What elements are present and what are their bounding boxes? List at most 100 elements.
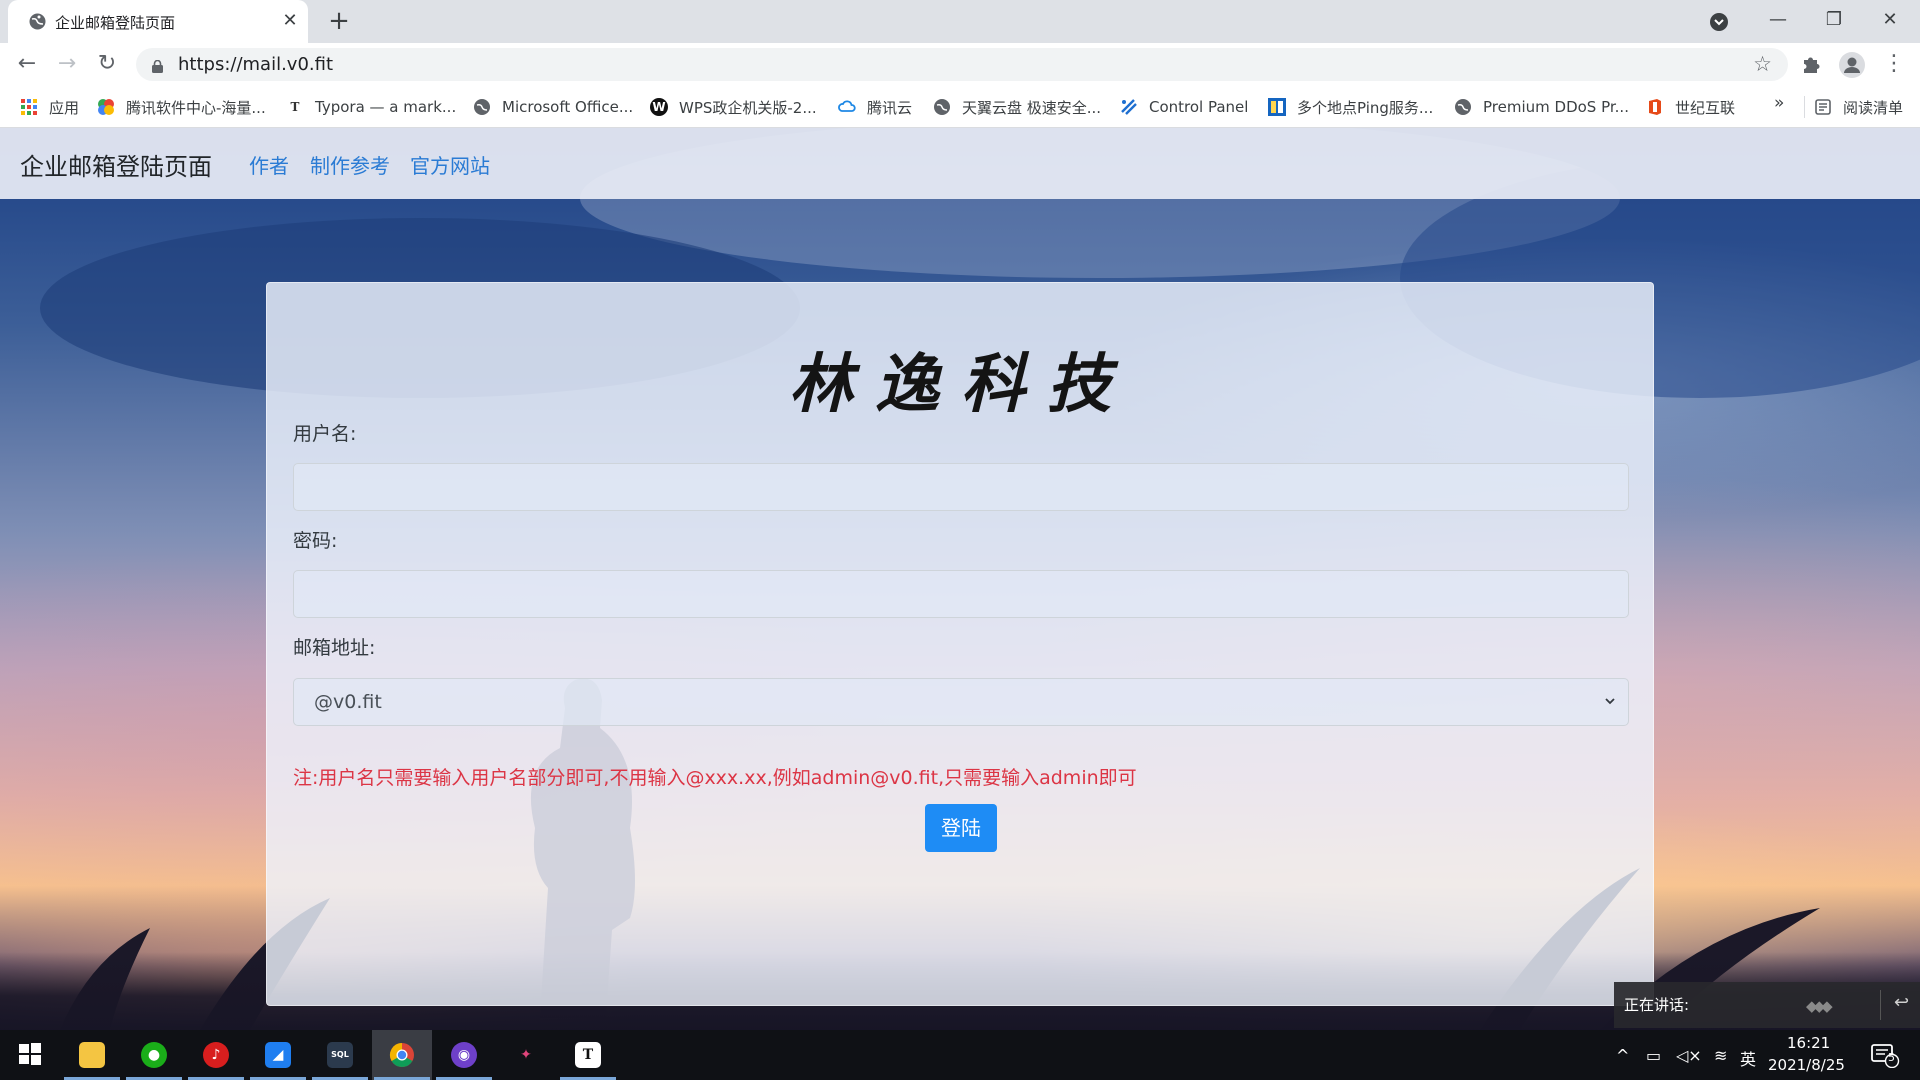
bookmark-label: 天翼云盘 极速安全... xyxy=(962,98,1102,117)
wps-icon: W xyxy=(650,98,668,116)
reload-icon[interactable]: ↻ xyxy=(92,49,122,79)
reading-list-label: 阅读清单 xyxy=(1843,98,1904,117)
network-icon[interactable]: ≋ xyxy=(1714,1046,1727,1065)
windows-start-icon xyxy=(17,1042,43,1068)
reply-arrow-icon[interactable]: ↩ xyxy=(1894,992,1909,1013)
office-icon xyxy=(1646,98,1664,116)
bookmark-label: Control Panel xyxy=(1149,98,1249,116)
bookmark-item[interactable]: Control Panel xyxy=(1120,95,1248,119)
login-button[interactable]: 登陆 xyxy=(925,804,997,852)
page-background: 企业邮箱登陆页面 作者 制作参考 官方网站 林逸科技 用户名: 密码: 邮箱地址… xyxy=(0,128,1920,1030)
tray-overflow-icon[interactable]: ^ xyxy=(1616,1046,1629,1065)
site-brand[interactable]: 企业邮箱登陆页面 xyxy=(20,147,212,182)
new-tab-button[interactable]: + xyxy=(325,8,353,36)
minimize-button[interactable]: — xyxy=(1750,0,1806,43)
maximize-button[interactable]: ❐ xyxy=(1806,0,1862,43)
apps-grid-icon xyxy=(20,98,38,116)
tab-title: 企业邮箱登陆页面 xyxy=(55,14,176,32)
netease-music-icon: ♪ xyxy=(203,1042,229,1068)
site-navbar: 企业邮箱登陆页面 作者 制作参考 官方网站 xyxy=(0,128,1920,199)
typora-icon: T xyxy=(290,100,300,114)
app-icon: ✦ xyxy=(520,1047,532,1063)
taskbar-app[interactable] xyxy=(62,1030,122,1080)
nav-link-official-site[interactable]: 官方网站 xyxy=(410,150,490,179)
bookmark-item[interactable]: 天翼云盘 极速安全... xyxy=(933,95,1101,119)
taskbar-app[interactable]: ◢ xyxy=(248,1030,308,1080)
input-language[interactable]: 英 xyxy=(1740,1046,1756,1070)
browser-toolbar: ← → ↻ https://mail.v0.fit ☆ ⋮ xyxy=(0,43,1920,86)
bookmark-label: Typora — a mark... xyxy=(315,98,457,116)
password-input[interactable] xyxy=(293,570,1629,618)
globe-icon xyxy=(473,98,491,116)
chrome-icon xyxy=(389,1042,415,1068)
bookmarks-overflow-button[interactable]: » xyxy=(1774,93,1784,113)
wechat-icon: ● xyxy=(141,1042,167,1068)
bookmark-item[interactable]: W WPS政企机关版-2... xyxy=(650,95,817,119)
address-bar[interactable]: https://mail.v0.fit ☆ xyxy=(136,48,1788,81)
bookmark-label: WPS政企机关版-2... xyxy=(679,98,817,117)
taskbar-app[interactable]: T xyxy=(558,1030,618,1080)
browser-tab-strip: 企业邮箱登陆页面 ✕ + — ❐ ✕ xyxy=(0,0,1920,43)
clock-date[interactable]: 2021/8/25 xyxy=(1768,1056,1845,1074)
bookmark-item[interactable]: Premium DDoS Pr... xyxy=(1454,95,1629,119)
bookmark-item[interactable]: 腾讯软件中心-海量... xyxy=(97,95,266,119)
notification-count: 5 xyxy=(1888,1051,1895,1064)
bookmark-item[interactable]: 腾讯云 xyxy=(838,95,912,119)
bookmark-label: 腾讯云 xyxy=(867,98,913,117)
voice-divider xyxy=(1880,990,1881,1020)
company-logo-heading: 林逸科技 xyxy=(789,347,1133,422)
nav-link-author[interactable]: 作者 xyxy=(249,150,289,179)
extensions-icon[interactable] xyxy=(1798,51,1826,79)
chevron-down-icon xyxy=(1604,679,1616,744)
taskbar-app[interactable]: ♪ xyxy=(186,1030,246,1080)
tencent-meeting-icon: ◢ xyxy=(265,1042,291,1068)
volume-muted-icon[interactable]: ◁× xyxy=(1676,1046,1702,1065)
username-hint-note: 注:用户名只需要输入用户名部分即可,不用输入@xxx.xx,例如admin@v0… xyxy=(293,767,1137,789)
taskbar-app[interactable]: ✦ xyxy=(496,1030,556,1080)
clock-time[interactable]: 16:21 xyxy=(1787,1034,1830,1052)
bookmark-label: Microsoft Office... xyxy=(502,98,634,116)
bookmark-item[interactable]: 应用 xyxy=(20,95,79,119)
reading-list-button[interactable]: 阅读清单 xyxy=(1814,95,1903,119)
url-text[interactable]: https://mail.v0.fit xyxy=(178,54,333,75)
more-menu-icon[interactable]: ⋮ xyxy=(1880,51,1908,79)
bookmarks-divider xyxy=(1804,96,1805,118)
globe-icon xyxy=(28,12,47,31)
start-button[interactable] xyxy=(0,1030,60,1080)
lock-icon[interactable] xyxy=(152,58,163,73)
bookmark-item[interactable]: Microsoft Office... xyxy=(473,95,633,119)
domain-select[interactable]: @v0.fit xyxy=(293,678,1629,726)
bookmark-label: 腾讯软件中心-海量... xyxy=(126,98,266,117)
tab-search-icon[interactable] xyxy=(1708,11,1730,33)
voice-speaking-label: 正在讲话: xyxy=(1624,996,1690,1014)
windows-taskbar: ● ♪ ◢ SQL ◉ ✦ T ^ ▭ ◁× ≋ 英 16:21 2021/8/… xyxy=(0,1030,1920,1080)
globe-icon xyxy=(933,98,951,116)
bookmark-item[interactable]: 多个地点Ping服务... xyxy=(1268,95,1433,119)
username-input[interactable] xyxy=(293,463,1629,511)
taskbar-app-active[interactable] xyxy=(372,1030,432,1080)
bookmark-star-icon[interactable]: ☆ xyxy=(1753,52,1772,76)
bookmark-label: 多个地点Ping服务... xyxy=(1297,98,1434,117)
taskbar-app[interactable]: ● xyxy=(124,1030,184,1080)
taskbar-app[interactable]: ◉ xyxy=(434,1030,494,1080)
tab-close-icon[interactable]: ✕ xyxy=(278,9,302,33)
battery-icon[interactable]: ▭ xyxy=(1646,1046,1661,1065)
bookmark-label: 世纪互联 xyxy=(1675,98,1736,117)
username-label: 用户名: xyxy=(293,423,357,445)
password-label: 密码: xyxy=(293,530,338,552)
browser-tab[interactable]: 企业邮箱登陆页面 ✕ xyxy=(8,0,308,43)
bookmark-item[interactable]: 世纪互联 xyxy=(1646,95,1735,119)
back-icon[interactable]: ← xyxy=(12,49,42,79)
file-explorer-icon xyxy=(79,1042,105,1068)
control-panel-icon xyxy=(1120,98,1138,116)
profile-avatar-icon[interactable] xyxy=(1838,51,1866,79)
bookmark-label: 应用 xyxy=(49,98,80,117)
close-window-button[interactable]: ✕ xyxy=(1862,0,1918,43)
notification-center-icon[interactable]: 5 xyxy=(1870,1042,1900,1069)
speaker-avatars-icon: ◆◆◆ xyxy=(1806,997,1833,1015)
bookmarks-bar: 应用 腾讯软件中心-海量... T Typora — a mark... Mic… xyxy=(0,86,1920,128)
bookmark-item[interactable]: T Typora — a mark... xyxy=(286,95,457,119)
nav-link-reference[interactable]: 制作参考 xyxy=(310,150,390,179)
forward-icon[interactable]: → xyxy=(52,49,82,79)
taskbar-app[interactable]: SQL xyxy=(310,1030,370,1080)
